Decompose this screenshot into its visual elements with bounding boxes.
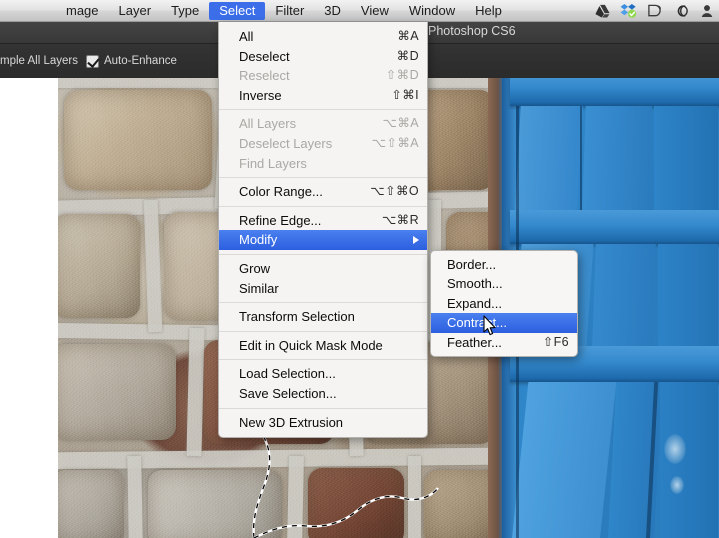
menu-help[interactable]: Help	[465, 2, 512, 20]
menu-item-label: All Layers	[239, 116, 297, 132]
menu-item-label: Reselect	[239, 68, 290, 84]
menu-item-label: Similar	[239, 280, 279, 296]
menu-item-find-layers: Find Layers	[219, 154, 427, 174]
menu-item-shortcut: ⌥⇧⌘O	[370, 184, 419, 199]
menu-view[interactable]: View	[351, 2, 399, 20]
menu-separator	[219, 407, 427, 409]
menu-item-inverse[interactable]: Inverse ⇧⌘I	[219, 86, 427, 106]
menu-item-similar[interactable]: Similar	[219, 279, 427, 299]
menu-item-label: Save Selection...	[239, 385, 337, 401]
user-account-icon[interactable]	[698, 3, 715, 20]
menu-item-shortcut: ⇧⌘D	[385, 68, 419, 83]
photoshop-window: mage Layer Type Select Filter 3D View Wi…	[0, 0, 719, 538]
menu-item-refine-edge[interactable]: Refine Edge... ⌥⌘R	[219, 211, 427, 231]
menu-item-label: Color Range...	[239, 184, 323, 200]
menu-item-label: Smooth...	[447, 276, 503, 292]
menu-image[interactable]: mage	[56, 2, 109, 20]
menu-item-reselect: Reselect ⇧⌘D	[219, 66, 427, 86]
menu-window[interactable]: Window	[399, 2, 465, 20]
menu-item-label: Contract...	[447, 315, 507, 331]
menu-separator	[219, 253, 427, 255]
menu-item-color-range[interactable]: Color Range... ⌥⇧⌘O	[219, 182, 427, 202]
menu-bar-items: mage Layer Type Select Filter 3D View Wi…	[0, 0, 512, 22]
menu-item-save-selection[interactable]: Save Selection...	[219, 384, 427, 404]
menu-item-new-3d-extrusion[interactable]: New 3D Extrusion	[219, 413, 427, 433]
auto-enhance-checkbox[interactable]	[85, 54, 99, 68]
menu-separator	[219, 302, 427, 304]
menu-item-shortcut: ⌘D	[396, 48, 419, 63]
menu-item-label: All	[239, 29, 254, 44]
submenu-arrow-icon	[413, 236, 419, 245]
menu-item-label: Inverse	[239, 87, 282, 103]
menu-item-deselect-layers: Deselect Layers ⌥⇧⌘A	[219, 134, 427, 154]
menu-separator	[219, 359, 427, 361]
menu-item-shortcut: ⇧⌘I	[391, 87, 419, 102]
menu-item-shortcut: ⌥⇧⌘A	[371, 135, 419, 150]
menu-filter[interactable]: Filter	[265, 2, 314, 20]
menu-separator	[219, 330, 427, 332]
menu-item-grow[interactable]: Grow	[219, 259, 427, 279]
menu-item-edit-in-quick-mask-mode[interactable]: Edit in Quick Mask Mode	[219, 336, 427, 356]
menu-item-shortcut: ⇧F6	[542, 334, 569, 349]
app-title-label: Photoshop CS6	[428, 24, 516, 38]
menu-item-label: Load Selection...	[239, 366, 336, 382]
menu-item-label: Expand...	[447, 295, 502, 311]
menu-item-label: Border...	[447, 257, 497, 272]
menu-item-load-selection[interactable]: Load Selection...	[219, 364, 427, 384]
menu-item-shortcut: ⌥⌘A	[382, 116, 419, 131]
menu-item-deselect[interactable]: Deselect ⌘D	[219, 47, 427, 67]
mac-menu-bar: mage Layer Type Select Filter 3D View Wi…	[0, 0, 719, 22]
menu-item-label: Deselect	[239, 48, 290, 64]
menu-item-label: Deselect Layers	[239, 135, 333, 151]
modify-submenu[interactable]: Border... Smooth... Expand... Contract..…	[430, 250, 578, 357]
submenu-item-smooth[interactable]: Smooth...	[431, 274, 577, 293]
menu-item-all[interactable]: All ⌘A	[219, 27, 427, 47]
menu-layer[interactable]: Layer	[109, 2, 162, 20]
creative-cloud-icon[interactable]	[672, 3, 689, 20]
menu-select[interactable]: Select	[209, 1, 266, 20]
menu-item-label: Refine Edge...	[239, 212, 322, 228]
mouse-cursor-arrow-icon	[483, 315, 497, 336]
menu-separator	[219, 205, 427, 207]
dropbox-icon[interactable]	[620, 3, 637, 20]
menu-item-label: Edit in Quick Mask Mode	[239, 337, 383, 353]
menu-separator	[219, 177, 427, 179]
auto-enhance-label[interactable]: Auto-Enhance	[104, 55, 177, 67]
sample-all-layers-label[interactable]: mple All Layers	[0, 55, 78, 67]
quick-selection-options: mple All Layers Auto-Enhance	[0, 49, 212, 73]
submenu-item-feather[interactable]: Feather... ⇧F6	[431, 333, 577, 352]
menu-item-label: Grow	[239, 260, 271, 276]
menu-item-label: New 3D Extrusion	[239, 414, 344, 430]
menu-item-label: Find Layers	[239, 155, 307, 171]
menu-type[interactable]: Type	[161, 2, 209, 20]
dfeedback-icon[interactable]	[646, 3, 663, 20]
menu-item-modify[interactable]: Modify	[219, 230, 427, 250]
google-drive-icon[interactable]	[594, 3, 611, 20]
submenu-item-contract[interactable]: Contract...	[431, 313, 577, 333]
menu-item-label: Transform Selection	[239, 309, 355, 325]
submenu-item-border[interactable]: Border...	[431, 255, 577, 274]
menu-3d[interactable]: 3D	[314, 2, 351, 20]
menu-item-all-layers: All Layers ⌥⌘A	[219, 114, 427, 134]
select-dropdown-menu[interactable]: All ⌘A Deselect ⌘D Reselect ⇧⌘D Inverse …	[218, 22, 428, 439]
menu-bar-status-icons	[594, 0, 719, 22]
menu-item-label: Modify	[239, 232, 278, 248]
menu-item-shortcut: ⌥⌘R	[381, 212, 419, 227]
submenu-item-expand[interactable]: Expand...	[431, 294, 577, 313]
menu-item-transform-selection[interactable]: Transform Selection	[219, 307, 427, 327]
menu-item-shortcut: ⌘A	[397, 29, 419, 43]
menu-separator	[219, 109, 427, 111]
